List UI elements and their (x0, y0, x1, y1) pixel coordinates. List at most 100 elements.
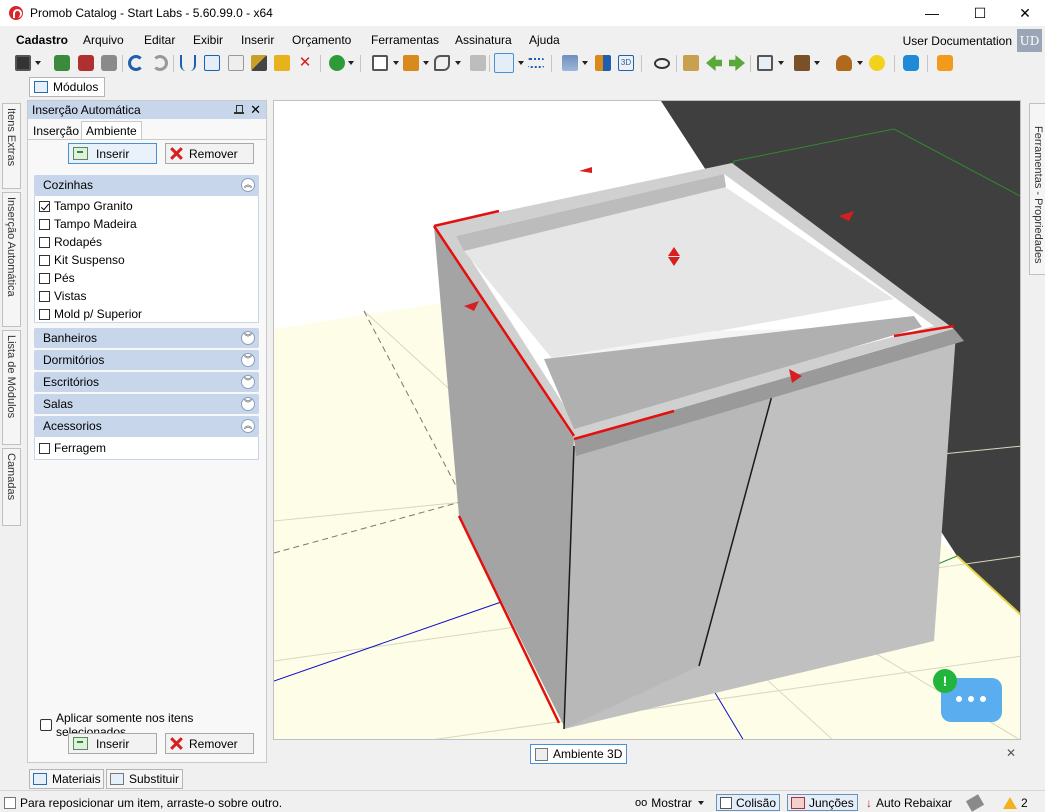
price-icon[interactable] (329, 55, 345, 71)
arrow-right-icon[interactable] (729, 55, 745, 71)
render-icon[interactable] (683, 55, 699, 71)
group-salas[interactable]: Salas ︾ (34, 394, 259, 414)
menu-arquivo[interactable]: Arquivo (83, 33, 124, 47)
menu-inserir[interactable]: Inserir (241, 33, 274, 47)
mostrar-dropdown[interactable]: oo Mostrar (635, 794, 704, 811)
auto-rebaixar-toggle[interactable]: ↓ Auto Rebaixar (866, 794, 952, 811)
apply-selected-checkbox[interactable] (40, 719, 52, 731)
measure-icon[interactable] (528, 58, 544, 68)
close-button[interactable]: ✕ (1002, 0, 1045, 26)
option-ferragem[interactable]: Ferragem (39, 441, 106, 455)
group-cozinhas[interactable]: Cozinhas ︽ (34, 175, 259, 195)
maximize-button[interactable]: ☐ (957, 0, 1003, 26)
room-icon[interactable] (757, 55, 773, 71)
pin-icon[interactable] (234, 105, 244, 114)
dimension-icon[interactable] (595, 55, 611, 71)
panel-close-icon[interactable]: ✕ (250, 102, 261, 118)
bricks-icon[interactable] (403, 55, 419, 71)
menu-assinatura[interactable]: Assinatura (455, 33, 512, 47)
hammer-icon[interactable] (251, 55, 267, 71)
layers-icon[interactable] (562, 55, 578, 71)
shape-icon[interactable] (434, 55, 450, 71)
user-avatar[interactable]: UD (1017, 29, 1042, 52)
box-icon[interactable] (794, 55, 810, 71)
user-icon[interactable] (937, 55, 953, 71)
side-tab-camadas[interactable]: Camadas (2, 448, 21, 526)
side-tab-ferramentas-propriedades[interactable]: Ferramentas - Propriedades (1029, 103, 1045, 275)
tab-materiais[interactable]: Materiais (29, 769, 104, 789)
collapse-chevron-icon[interactable]: ︽ (241, 419, 255, 433)
select-dropdown-icon[interactable] (518, 61, 524, 65)
printer-green-icon[interactable] (54, 55, 70, 71)
expand-chevron-icon[interactable]: ︾ (241, 397, 255, 411)
tab-insercao[interactable]: Inserção (29, 121, 83, 140)
redo-icon[interactable] (152, 55, 168, 71)
lightbulb-icon[interactable] (869, 55, 885, 71)
print-icon[interactable] (101, 55, 117, 71)
save-icon[interactable] (15, 55, 31, 71)
option-kit-suspenso[interactable]: Kit Suspenso (39, 253, 125, 267)
option-rodapes[interactable]: Rodapés (39, 235, 102, 249)
insert-button-top[interactable]: Inserir (68, 143, 157, 164)
frame-dropdown-icon[interactable] (393, 61, 399, 65)
printer-red-icon[interactable] (78, 55, 94, 71)
price-dropdown-icon[interactable] (348, 61, 354, 65)
option-mold-superior[interactable]: Mold p/ Superior (39, 307, 142, 321)
tab-modulos[interactable]: Módulos (29, 77, 105, 97)
menu-ferramentas[interactable]: Ferramentas (371, 33, 439, 47)
checkbox[interactable] (39, 290, 50, 302)
option-tampo-madeira[interactable]: Tampo Madeira (39, 217, 137, 231)
tab-substituir[interactable]: Substituir (106, 769, 183, 789)
save-dropdown-icon[interactable] (35, 61, 41, 65)
group-dormitorios[interactable]: Dormitórios ︾ (34, 350, 259, 370)
checkbox[interactable] (39, 442, 50, 454)
undo-icon[interactable] (128, 55, 144, 71)
paste-icon[interactable] (228, 55, 244, 71)
juncoes-toggle[interactable]: Junções (787, 794, 858, 811)
cut-icon[interactable] (180, 55, 196, 71)
shape-dropdown-icon[interactable] (455, 61, 461, 65)
colisao-toggle[interactable]: Colisão (716, 794, 781, 811)
kettle-dropdown-icon[interactable] (857, 61, 863, 65)
side-tab-lista-modulos[interactable]: Lista de Módulos (2, 330, 21, 445)
option-tampo-granito[interactable]: Tampo Granito (39, 199, 133, 213)
viewport-close-icon[interactable]: ✕ (1006, 746, 1016, 760)
eye-icon[interactable] (654, 58, 670, 69)
remove-button-bottom[interactable]: Remover (165, 733, 254, 754)
room-dropdown-icon[interactable] (778, 61, 784, 65)
group-banheiros[interactable]: Banheiros ︾ (34, 328, 259, 348)
viewport-3d[interactable]: ! (273, 100, 1021, 740)
minimize-button[interactable]: — (909, 0, 955, 26)
view-3d-icon[interactable]: 3D (618, 55, 634, 71)
checkbox-checked[interactable] (39, 200, 50, 212)
menu-editar[interactable]: Editar (144, 33, 175, 47)
arrow-left-icon[interactable] (706, 55, 722, 71)
layers-dropdown-icon[interactable] (582, 61, 588, 65)
box-dropdown-icon[interactable] (814, 61, 820, 65)
group-escritorios[interactable]: Escritórios ︾ (34, 372, 259, 392)
checkbox[interactable] (39, 254, 50, 266)
tab-ambiente[interactable]: Ambiente (81, 121, 142, 140)
side-tab-itens-extras[interactable]: Itens Extras (2, 103, 21, 189)
user-documentation-link[interactable]: User Documentation (903, 34, 1012, 48)
checkbox[interactable] (39, 236, 50, 248)
copy-icon[interactable] (204, 55, 220, 71)
menu-cadastro[interactable]: Cadastro (16, 33, 68, 47)
menu-exibir[interactable]: Exibir (193, 33, 223, 47)
option-vistas[interactable]: Vistas (39, 289, 86, 303)
expand-chevron-icon[interactable]: ︾ (241, 375, 255, 389)
collapse-chevron-icon[interactable]: ︽ (241, 178, 255, 192)
expand-chevron-icon[interactable]: ︾ (241, 331, 255, 345)
checkbox[interactable] (39, 218, 50, 230)
bricks-dropdown-icon[interactable] (423, 61, 429, 65)
remove-button-top[interactable]: Remover (165, 143, 254, 164)
insert-button-bottom[interactable]: Inserir (68, 733, 157, 754)
checkbox[interactable] (39, 308, 50, 320)
select-arrow-icon[interactable] (494, 53, 514, 73)
menu-orcamento[interactable]: Orçamento (292, 33, 351, 47)
side-tab-insercao-automatica[interactable]: Inserção Automática (2, 192, 21, 327)
kettle-icon[interactable] (836, 55, 852, 71)
checkbox[interactable] (39, 272, 50, 284)
scene-3d[interactable] (274, 101, 1021, 740)
option-pes[interactable]: Pés (39, 271, 75, 285)
